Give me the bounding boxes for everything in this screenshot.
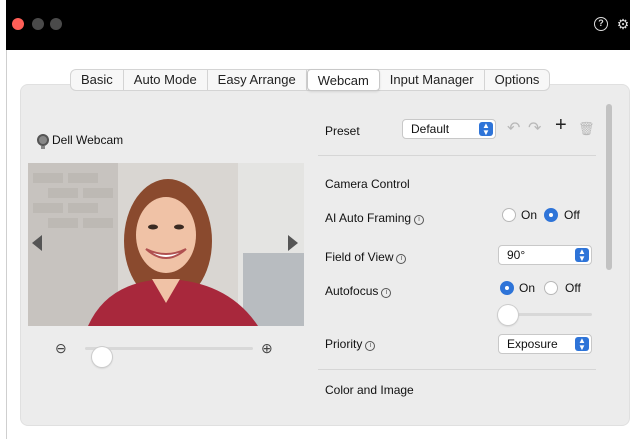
chevron-updown-icon: ▲ ▼ (479, 122, 493, 137)
ai-framing-row: AI Auto Framing i (325, 211, 425, 225)
maximize-window-button[interactable] (50, 18, 62, 30)
camera-preview (28, 163, 304, 326)
tab-auto-mode[interactable]: Auto Mode (124, 70, 208, 90)
autofocus-off-label: Off (565, 281, 581, 295)
add-preset-icon[interactable]: + (555, 115, 567, 135)
preset-select-value: Default (411, 122, 450, 136)
color-image-heading: Color and Image (325, 383, 414, 397)
info-icon[interactable]: i (414, 215, 425, 225)
priority-select[interactable]: Exposure ▲ ▼ (498, 334, 592, 354)
previous-frame-arrow[interactable] (32, 235, 42, 251)
zoom-out-icon[interactable]: ⊖ (55, 340, 67, 357)
zoom-slider-thumb[interactable] (91, 347, 112, 367)
zoom-slider[interactable] (85, 347, 253, 367)
ai-framing-on-label: On (521, 208, 538, 222)
chevron-updown-icon: ▲ ▼ (575, 248, 589, 263)
minimize-window-button[interactable] (32, 18, 44, 30)
info-icon[interactable]: i (381, 288, 392, 298)
scrollbar[interactable] (606, 104, 612, 270)
ai-framing-off-label: Off (564, 208, 580, 222)
priority-label: Priority (325, 337, 363, 351)
fov-row: Field of View i (325, 250, 407, 264)
camera-name: Dell Webcam (37, 133, 124, 149)
fov-label: Field of View (325, 250, 394, 264)
autofocus-row: Autofocus i (325, 284, 392, 298)
tab-options[interactable]: Options (485, 70, 550, 90)
help-icon[interactable]: ? (594, 17, 608, 31)
tab-basic[interactable]: Basic (71, 70, 124, 90)
autofocus-label: Autofocus (325, 284, 379, 298)
title-bar: ? ⚙ (6, 0, 630, 50)
ai-framing-label: AI Auto Framing (325, 211, 412, 225)
window-border (6, 50, 7, 439)
tab-input-manager[interactable]: Input Manager (380, 70, 485, 90)
webcam-icon (37, 134, 49, 149)
info-icon[interactable]: i (396, 254, 407, 264)
fov-select[interactable]: 90° ▲ ▼ (498, 245, 592, 265)
focus-slider-thumb[interactable] (498, 305, 518, 325)
autofocus-on-label: On (519, 281, 536, 295)
trash-icon[interactable]: 🗑 (578, 120, 595, 138)
zoom-control: ⊖ ⊕ (55, 338, 280, 367)
priority-row: Priority i (325, 337, 376, 351)
camera-control-heading: Camera Control (325, 177, 410, 191)
divider (318, 369, 596, 370)
tab-easy-arrange[interactable]: Easy Arrange (208, 70, 307, 90)
autofocus-on-radio[interactable] (500, 281, 514, 295)
preview-image (28, 163, 304, 326)
zoom-in-icon[interactable]: ⊕ (261, 340, 273, 357)
preset-select[interactable]: Default ▲ ▼ (402, 119, 496, 139)
info-icon[interactable]: i (365, 341, 376, 351)
redo-icon[interactable]: ↷ (528, 120, 541, 138)
camera-name-label: Dell Webcam (52, 133, 124, 147)
priority-select-value: Exposure (507, 337, 558, 351)
ai-framing-on-radio[interactable] (502, 208, 516, 222)
chevron-updown-icon: ▲ ▼ (575, 337, 589, 352)
tab-bar: Basic Auto Mode Easy Arrange Webcam Inpu… (70, 69, 551, 91)
close-window-button[interactable] (12, 18, 24, 30)
fov-select-value: 90° (507, 248, 526, 262)
gear-icon[interactable]: ⚙ (616, 17, 630, 31)
tab-webcam[interactable]: Webcam (306, 69, 380, 91)
next-frame-arrow[interactable] (288, 235, 298, 251)
autofocus-off-radio[interactable] (544, 281, 558, 295)
divider (318, 155, 596, 156)
ai-framing-off-radio[interactable] (544, 208, 558, 222)
undo-icon[interactable]: ↶ (507, 120, 520, 138)
preset-label: Preset (325, 124, 360, 138)
